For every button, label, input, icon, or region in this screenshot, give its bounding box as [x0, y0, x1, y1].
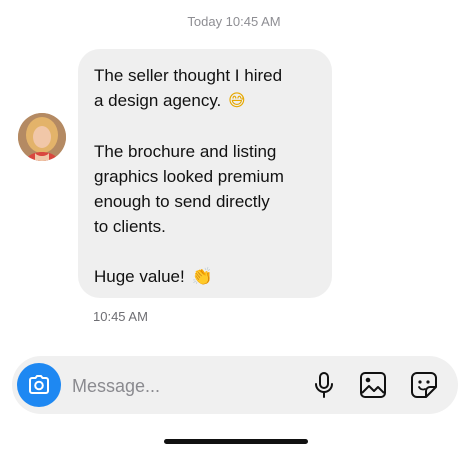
sticker-button[interactable]: [408, 369, 440, 401]
message-line: The brochure and listing: [94, 142, 277, 161]
message-line: Huge value! 👏: [94, 264, 316, 290]
message-time: 10:45 AM: [93, 309, 148, 324]
message-bubble[interactable]: The seller thought I hired a design agen…: [78, 49, 332, 298]
date-stamp: Today 10:45 AM: [187, 14, 281, 29]
sticker-icon: [411, 372, 437, 398]
avatar-image: [18, 113, 66, 161]
message-line: graphics looked premium: [94, 167, 284, 186]
microphone-button[interactable]: [308, 369, 340, 401]
message-line: to clients.: [94, 217, 166, 236]
camera-button[interactable]: [17, 363, 61, 407]
message-composer: [12, 356, 458, 414]
microphone-icon: [315, 372, 333, 398]
image-icon: [360, 372, 386, 398]
grinning-sweat-emoji: 😅: [228, 91, 246, 111]
message-line: [94, 239, 316, 264]
message-line: enough to send directly: [94, 192, 270, 211]
message-line: The seller thought I hired: [94, 66, 283, 85]
message-line: [94, 114, 316, 139]
gallery-button[interactable]: [357, 369, 389, 401]
home-indicator[interactable]: [164, 439, 308, 444]
camera-icon: [29, 375, 49, 394]
avatar[interactable]: [18, 113, 66, 161]
message-input[interactable]: [70, 370, 294, 402]
clapping-hands-emoji: 👏: [191, 267, 213, 287]
message-line: a design agency. 😅: [94, 88, 316, 114]
